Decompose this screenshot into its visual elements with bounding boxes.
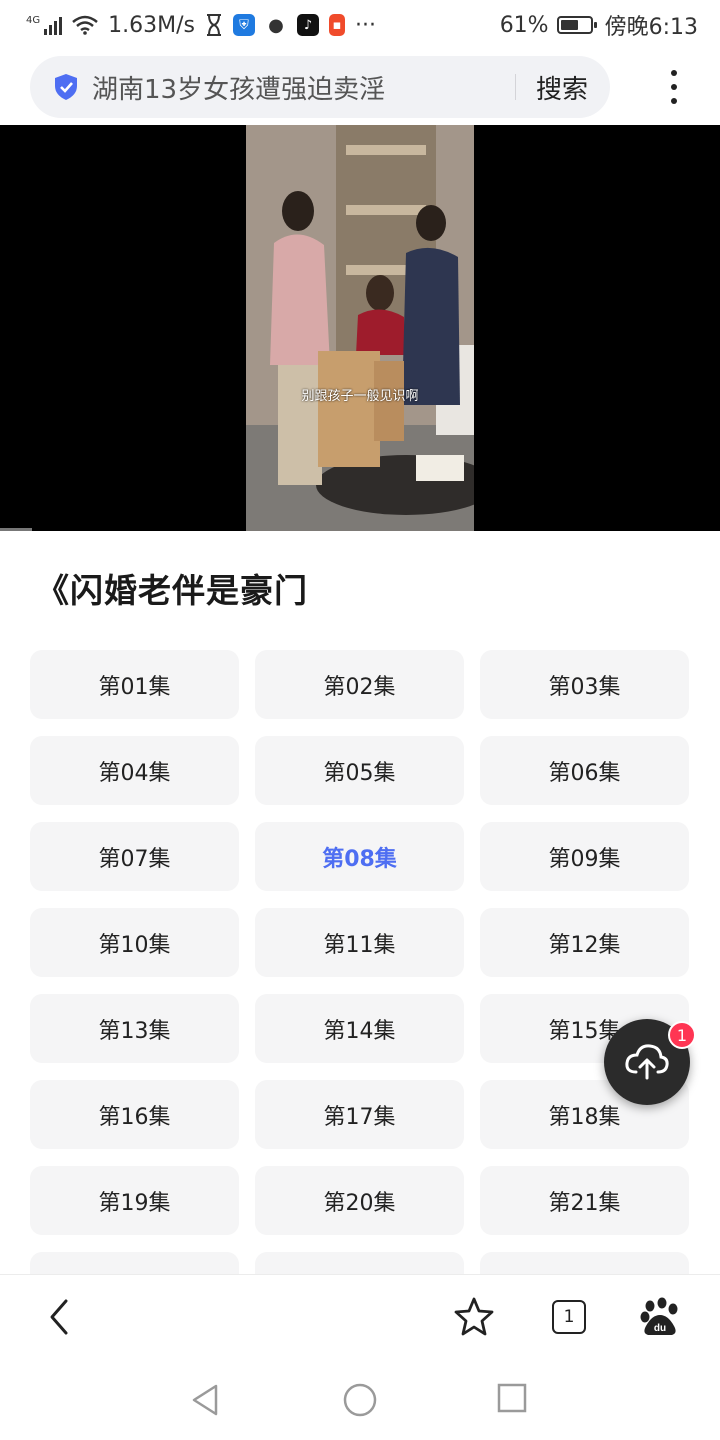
notification-badge: 1 bbox=[668, 1021, 696, 1049]
episode-button[interactable]: 第05集 bbox=[255, 736, 464, 805]
battery-percent: 61% bbox=[499, 12, 549, 38]
clock: 傍晚6:13 bbox=[604, 15, 698, 40]
shield-icon bbox=[52, 73, 80, 101]
video-progress[interactable] bbox=[0, 528, 32, 531]
wifi-icon bbox=[72, 15, 98, 35]
episode-button[interactable]: 第07集 bbox=[30, 822, 239, 891]
battery-fill bbox=[560, 20, 578, 30]
episode-button[interactable]: 第08集 bbox=[255, 822, 464, 891]
video-player[interactable]: 别跟孩子一般见识啊 bbox=[0, 125, 720, 531]
network-speed: 1.63M/s bbox=[108, 12, 195, 38]
episode-button[interactable]: 第12集 bbox=[480, 908, 689, 977]
star-icon[interactable] bbox=[452, 1295, 496, 1339]
episode-button[interactable]: 第10集 bbox=[30, 908, 239, 977]
svg-text:du: du bbox=[654, 1323, 666, 1334]
status-right: 61% 傍晚6:13 bbox=[500, 9, 698, 41]
episode-button[interactable]: 第16集 bbox=[30, 1080, 239, 1149]
episode-button[interactable]: 第04集 bbox=[30, 736, 239, 805]
nav-recent-icon[interactable] bbox=[496, 1382, 528, 1414]
episode-button[interactable]: 第03集 bbox=[480, 650, 689, 719]
status-bar: 4G 1.63M/s ⛨ ● ♪ ▪ ··· 61% 傍晚6:13 bbox=[0, 0, 720, 50]
search-bar[interactable]: 湖南13岁女孩遭强迫卖淫 搜索 bbox=[30, 56, 610, 118]
nav-back-icon[interactable] bbox=[188, 1382, 224, 1418]
episode-button[interactable] bbox=[480, 1252, 689, 1274]
video-subtitle: 别跟孩子一般见识啊 bbox=[301, 389, 419, 404]
episode-button[interactable]: 第06集 bbox=[480, 736, 689, 805]
security-app-icon: ⛨ bbox=[232, 14, 255, 36]
cloud-upload-icon bbox=[625, 1044, 669, 1080]
episode-button[interactable]: 第17集 bbox=[255, 1080, 464, 1149]
signal-icon: 4G bbox=[26, 15, 63, 35]
episode-button[interactable]: 第01集 bbox=[30, 650, 239, 719]
episode-grid: 第01集 第02集 第03集第04集 第05集 第06集第07集 第08集 第09集第10集… bbox=[30, 650, 690, 1274]
more-notifications: ··· bbox=[354, 12, 376, 38]
battery-icon bbox=[556, 16, 597, 34]
video-frame[interactable]: 别跟孩子一般见识啊 bbox=[246, 125, 474, 531]
video-scene bbox=[246, 125, 474, 531]
episode-button[interactable]: 第13集 bbox=[30, 994, 239, 1063]
hourglass-icon bbox=[206, 14, 221, 36]
episode-button[interactable]: 第14集 bbox=[255, 994, 464, 1063]
episode-button[interactable] bbox=[30, 1252, 239, 1274]
baidu-paw-icon[interactable]: du bbox=[638, 1295, 682, 1339]
episode-button[interactable]: 第20集 bbox=[255, 1166, 464, 1235]
more-menu-icon[interactable] bbox=[658, 62, 690, 112]
episode-button[interactable]: 第02集 bbox=[255, 650, 464, 719]
episode-button[interactable]: 第09集 bbox=[480, 822, 689, 891]
status-left: 4G 1.63M/s ⛨ ● ♪ ▪ ··· bbox=[26, 13, 376, 38]
system-nav-bar bbox=[0, 1360, 720, 1440]
episode-button[interactable] bbox=[255, 1252, 464, 1274]
bottom-toolbar: 1 du bbox=[0, 1274, 720, 1360]
episode-button[interactable]: 第11集 bbox=[255, 908, 464, 977]
search-input[interactable]: 湖南13岁女孩遭强迫卖淫 bbox=[92, 69, 515, 106]
red-app-icon: ▪ bbox=[328, 14, 345, 36]
search-button[interactable]: 搜索 bbox=[536, 69, 588, 106]
drama-title: 《闪婚老伴是豪门 bbox=[36, 571, 308, 610]
search-divider bbox=[514, 74, 516, 100]
tiktok-icon: ♪ bbox=[296, 14, 319, 36]
wechat-icon: ● bbox=[268, 14, 284, 36]
nav-home-icon[interactable] bbox=[342, 1382, 378, 1418]
back-arrow-icon[interactable] bbox=[40, 1295, 80, 1339]
network-type: 4G bbox=[26, 15, 41, 26]
episode-button[interactable]: 第21集 bbox=[480, 1166, 689, 1235]
tabs-button[interactable]: 1 bbox=[552, 1300, 586, 1334]
episode-button[interactable]: 第19集 bbox=[30, 1166, 239, 1235]
